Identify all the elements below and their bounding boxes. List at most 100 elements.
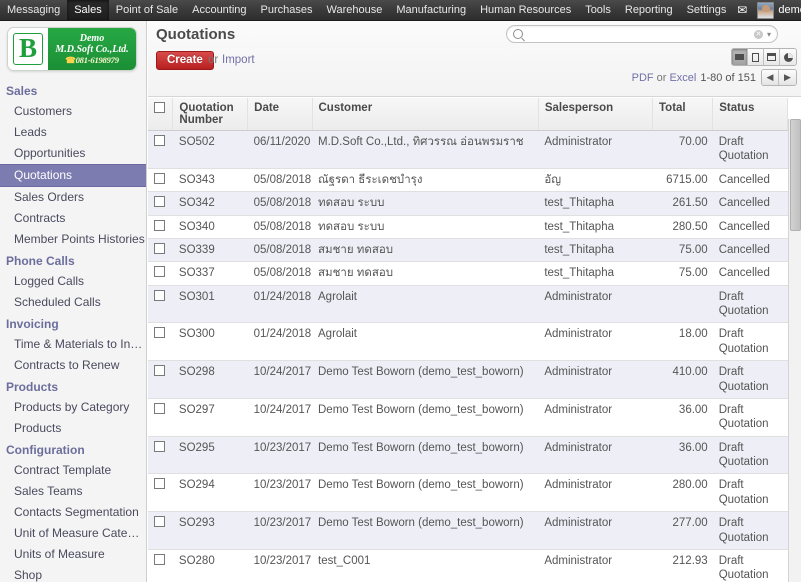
menu-item-accounting[interactable]: Accounting	[185, 0, 253, 20]
scrollbar-thumb[interactable]	[790, 119, 801, 231]
menu-item-manufacturing[interactable]: Manufacturing	[389, 0, 473, 20]
sidebar-item-contract-template[interactable]: Contract Template	[0, 460, 146, 481]
row-select-cell[interactable]	[148, 511, 173, 550]
table-row[interactable]: SO280 10/23/2017 test_C001 Administrator 212…	[148, 549, 788, 582]
chevron-down-icon[interactable]: ▾	[767, 30, 771, 39]
table-row[interactable]: SO337 05/08/2018 สมชาย ทดสอบ test_Thitapha 7…	[148, 261, 788, 286]
sidebar-item-contracts[interactable]: Contracts	[0, 208, 146, 229]
row-checkbox[interactable]	[154, 440, 165, 452]
sidebar-item-time-materials-to-invo[interactable]: Time & Materials to Invo...	[0, 334, 146, 355]
row-checkbox[interactable]	[154, 365, 165, 377]
row-select-cell[interactable]	[148, 191, 173, 216]
row-checkbox[interactable]	[154, 327, 165, 339]
sidebar-item-leads[interactable]: Leads	[0, 122, 146, 143]
sidebar-item-products-by-category[interactable]: Products by Category	[0, 397, 146, 418]
select-all-checkbox[interactable]	[154, 102, 165, 113]
sidebar-item-sales-orders[interactable]: Sales Orders	[0, 187, 146, 208]
list-view-button[interactable]	[732, 49, 748, 65]
row-select-cell[interactable]	[148, 238, 173, 263]
row-select-cell[interactable]	[148, 215, 173, 239]
company-logo[interactable]: B Demo M.D.Soft Co.,Ltd. ☎081-6198979	[7, 27, 137, 71]
sidebar-item-customers[interactable]: Customers	[0, 101, 146, 122]
search-bar[interactable]: ✕ ▾	[506, 25, 778, 43]
table-row[interactable]: SO301 01/24/2018 Agrolait Administrator Draf…	[148, 285, 788, 324]
row-select-cell[interactable]	[148, 473, 173, 513]
row-select-cell[interactable]	[148, 360, 173, 399]
menu-item-human-resources[interactable]: Human Resources	[473, 0, 578, 20]
row-checkbox[interactable]	[154, 478, 165, 490]
column-header-total[interactable]: Total	[652, 98, 714, 131]
sidebar-item-quotations[interactable]: Quotations	[0, 164, 146, 187]
select-all-header[interactable]	[148, 98, 174, 131]
row-checkbox[interactable]	[154, 135, 165, 146]
vertical-scrollbar[interactable]	[788, 119, 801, 582]
column-header-customer[interactable]: Customer	[312, 98, 539, 131]
row-select-cell[interactable]	[148, 549, 173, 582]
sidebar-item-logged-calls[interactable]: Logged Calls	[0, 271, 146, 292]
sidebar-item-scheduled-calls[interactable]: Scheduled Calls	[0, 292, 146, 313]
sidebar-item-member-points-histories[interactable]: Member Points Histories	[0, 229, 146, 250]
form-view-button[interactable]	[748, 49, 764, 65]
previous-page-button[interactable]: ◀	[762, 70, 779, 85]
table-row[interactable]: SO294 10/23/2017 Demo Test Boworn (demo_te…	[148, 473, 788, 513]
row-checkbox[interactable]	[154, 172, 165, 184]
table-row[interactable]: SO343 05/08/2018 ณัฐรดา ธีระเดชบำรุง อัญ 671…	[148, 168, 788, 193]
row-select-cell[interactable]	[148, 322, 173, 362]
sidebar-item-sales-teams[interactable]: Sales Teams	[0, 481, 146, 502]
table-row[interactable]: SO340 05/08/2018 ทดสอบ ระบบ test_Thitapha 28…	[148, 215, 788, 239]
row-checkbox[interactable]	[154, 289, 165, 301]
search-input[interactable]	[527, 27, 754, 41]
envelope-icon[interactable]: ✉	[733, 0, 751, 21]
table-row[interactable]: SO293 10/23/2017 Demo Test Boworn (demo_te…	[148, 511, 788, 550]
next-page-button[interactable]: ▶	[779, 70, 796, 85]
table-row[interactable]: SO300 01/24/2018 Agrolait Administrator 18.0…	[148, 322, 788, 362]
table-row[interactable]: SO295 10/23/2017 Demo Test Boworn (demo_te…	[148, 436, 788, 475]
table-row[interactable]: SO342 05/08/2018 ทดสอบ ระบบ test_Thitapha 26…	[148, 191, 788, 216]
row-select-cell[interactable]	[148, 436, 173, 475]
row-checkbox[interactable]	[154, 219, 165, 231]
sidebar-item-opportunities[interactable]: Opportunities	[0, 143, 146, 164]
sidebar-item-products[interactable]: Products	[0, 418, 146, 439]
avatar[interactable]	[757, 1, 775, 19]
create-button[interactable]: Create	[156, 51, 214, 70]
menu-item-reporting[interactable]: Reporting	[618, 0, 680, 20]
row-select-cell[interactable]	[148, 398, 173, 437]
row-checkbox[interactable]	[154, 553, 165, 565]
table-row[interactable]: SO339 05/08/2018 สมชาย ทดสอบ test_Thitapha 7…	[148, 238, 788, 263]
sidebar-item-unit-of-measure-catego[interactable]: Unit of Measure Catego...	[0, 523, 146, 544]
row-checkbox[interactable]	[154, 266, 165, 278]
close-icon[interactable]: ✕	[753, 29, 763, 39]
menu-item-tools[interactable]: Tools	[578, 0, 618, 20]
user-name[interactable]: demo	[778, 4, 801, 16]
calendar-view-button[interactable]	[764, 49, 780, 65]
row-select-cell[interactable]	[148, 285, 173, 324]
column-header-quotation-number[interactable]: Quotation Number	[172, 98, 249, 131]
row-select-cell[interactable]	[148, 168, 173, 193]
table-row[interactable]: SO502 06/11/2020 M.D.Soft Co.,Ltd., ทิศวรร…	[148, 130, 788, 169]
row-checkbox[interactable]	[154, 516, 165, 528]
menu-item-sales[interactable]: Sales	[67, 0, 109, 20]
table-row[interactable]: SO297 10/24/2017 Demo Test Boworn (demo_te…	[148, 398, 788, 437]
column-header-date[interactable]: Date	[247, 98, 313, 131]
row-checkbox[interactable]	[154, 402, 165, 414]
pdf-export-link[interactable]: PDF	[632, 72, 654, 84]
sidebar-item-units-of-measure[interactable]: Units of Measure	[0, 544, 146, 565]
column-header-salesperson[interactable]: Salesperson	[538, 98, 654, 131]
menu-item-settings[interactable]: Settings	[680, 0, 734, 20]
excel-export-link[interactable]: Excel	[669, 72, 696, 84]
sidebar-item-contacts-segmentation[interactable]: Contacts Segmentation	[0, 502, 146, 523]
sidebar-item-shop[interactable]: Shop	[0, 565, 146, 582]
graph-view-button[interactable]	[780, 49, 796, 65]
row-checkbox[interactable]	[154, 196, 165, 208]
table-row[interactable]: SO298 10/24/2017 Demo Test Boworn (demo_te…	[148, 360, 788, 399]
row-select-cell[interactable]	[148, 261, 173, 286]
menu-item-warehouse[interactable]: Warehouse	[320, 0, 390, 20]
menu-item-messaging[interactable]: Messaging	[0, 0, 67, 20]
row-select-cell[interactable]	[148, 130, 173, 169]
menu-item-purchases[interactable]: Purchases	[254, 0, 320, 20]
row-checkbox[interactable]	[154, 242, 165, 254]
column-header-status[interactable]: Status	[712, 98, 788, 131]
sidebar-item-contracts-to-renew[interactable]: Contracts to Renew	[0, 355, 146, 376]
menu-item-point-of-sale[interactable]: Point of Sale	[109, 0, 185, 20]
import-link[interactable]: Import	[222, 54, 255, 66]
